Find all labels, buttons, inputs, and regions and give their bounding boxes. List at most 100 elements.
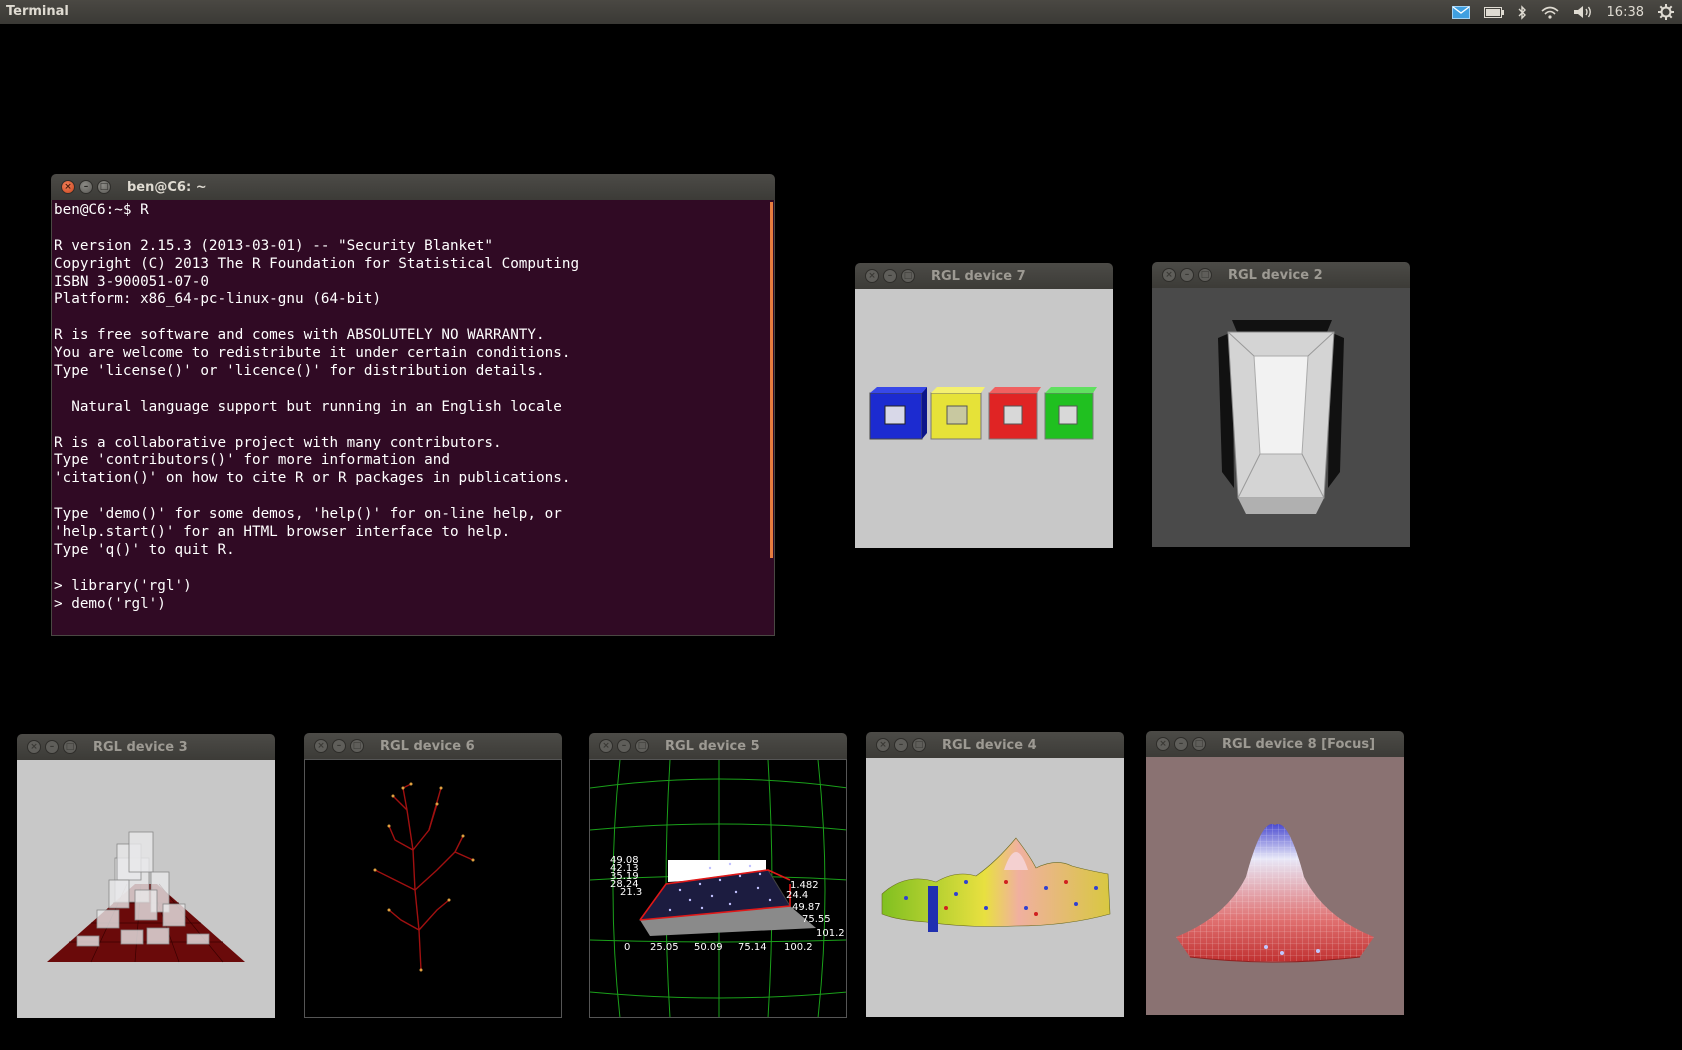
wifi-icon[interactable]: [1541, 6, 1559, 19]
x-tick-label: 50.09: [694, 942, 723, 953]
rgl-device-3-window[interactable]: × – □ RGL device 3: [17, 734, 275, 1018]
gear-icon[interactable]: [1658, 4, 1674, 20]
rgl-device-5-canvas[interactable]: 49.08 42.13 35.19 28.24 21.3 0 25.05 50.…: [589, 759, 847, 1018]
window-title: RGL device 5: [665, 739, 760, 754]
terminal-line: Type 'demo()' for some demos, 'help()' f…: [54, 506, 562, 523]
terminal-line: 'citation()' on how to cite R or R packa…: [54, 470, 571, 487]
active-app-title: Terminal: [6, 4, 69, 19]
terminal-scrollbar[interactable]: [770, 202, 773, 558]
rgl-device-5-window[interactable]: × – □ RGL device 5 49.08 42.13 35.19 28.…: [589, 733, 847, 1018]
minimize-button[interactable]: –: [332, 739, 346, 753]
terminal-line: Platform: x86_64-pc-linux-gnu (64-bit): [54, 291, 382, 308]
maximize-button[interactable]: □: [97, 180, 111, 194]
rgl-device-2-titlebar[interactable]: × – □ RGL device 2: [1152, 262, 1410, 288]
close-button[interactable]: ×: [1162, 268, 1176, 282]
window-title: RGL device 2: [1228, 268, 1323, 283]
rgl-device-8-canvas[interactable]: [1146, 757, 1404, 1015]
rgl-device-4-window[interactable]: × – □ RGL device 4: [866, 732, 1124, 1017]
minimize-button[interactable]: –: [883, 269, 897, 283]
y-tick-label: 75.55: [802, 914, 831, 925]
minimize-button[interactable]: –: [894, 738, 908, 752]
maximize-button[interactable]: □: [63, 740, 77, 754]
minimize-button[interactable]: –: [45, 740, 59, 754]
terminal-line: ben@C6:~$ R: [54, 202, 149, 218]
terminal-output[interactable]: ben@C6:~$ R R version 2.15.3 (2013-03-01)…: [51, 200, 775, 636]
close-button[interactable]: ×: [27, 740, 41, 754]
volume-icon[interactable]: [1573, 5, 1593, 19]
extruded-shape-plot: [1218, 320, 1344, 514]
terminal-line: You are welcome to redistribute it under…: [54, 345, 571, 362]
green-cube: [1044, 387, 1097, 440]
maximize-button[interactable]: □: [635, 739, 649, 753]
terminal-line: R is free software and comes with ABSOLU…: [54, 327, 545, 344]
terminal-line: R is a collaborative project with many c…: [54, 434, 502, 451]
clock[interactable]: 16:38: [1607, 5, 1644, 20]
rgl-device-8-window[interactable]: × – □ RGL device 8 [Focus]: [1146, 731, 1404, 1015]
rgl-device-7-titlebar[interactable]: × – □ RGL device 7: [855, 263, 1113, 289]
maximize-button[interactable]: □: [1192, 737, 1206, 751]
x-tick-label: 25.05: [650, 942, 679, 953]
x-tick-label: 100.2: [784, 942, 813, 953]
terminal-line: Type 'q()' to quit R.: [54, 541, 235, 558]
y-tick-label: 24.4: [786, 890, 808, 901]
scatter-3d-plot: 49.08 42.13 35.19 28.24 21.3 0 25.05 50.…: [590, 760, 846, 1017]
mail-icon[interactable]: [1451, 5, 1470, 19]
terrain-surface-plot: [881, 837, 1111, 932]
rgl-device-7-window[interactable]: × – □ RGL device 7: [855, 263, 1113, 548]
maximize-button[interactable]: □: [901, 269, 915, 283]
terminal-line: Copyright (C) 2013 The R Foundation for …: [54, 255, 580, 272]
minimize-button[interactable]: –: [1174, 737, 1188, 751]
rgl-device-6-canvas[interactable]: [304, 759, 562, 1018]
battery-icon[interactable]: [1483, 6, 1504, 18]
close-button[interactable]: ×: [1156, 737, 1170, 751]
maximize-button[interactable]: □: [350, 739, 364, 753]
top-panel: Terminal 16:38: [0, 0, 1682, 24]
rgl-device-4-canvas[interactable]: [866, 758, 1124, 1017]
rgl-device-6-window[interactable]: × – □ RGL device 6: [304, 733, 562, 1018]
x-tick-label: 75.14: [738, 942, 767, 953]
y-tick-label: 101.2: [816, 928, 845, 939]
tree-plot: [373, 782, 475, 972]
window-title: RGL device 7: [931, 269, 1026, 284]
colored-cubes-plot: [869, 387, 1097, 440]
x-tick-label: 0: [624, 942, 630, 953]
yellow-cube: [930, 387, 985, 440]
window-title: RGL device 6: [380, 739, 475, 754]
terminal-titlebar[interactable]: × – □ ben@C6: ~: [51, 174, 775, 200]
close-button[interactable]: ×: [876, 738, 890, 752]
terminal-line: Natural language support but running in …: [54, 398, 562, 415]
rgl-device-2-window[interactable]: × – □ RGL device 2: [1152, 262, 1410, 547]
rgl-device-6-titlebar[interactable]: × – □ RGL device 6: [304, 733, 562, 759]
bluetooth-icon[interactable]: [1518, 4, 1527, 20]
rgl-device-8-titlebar[interactable]: × – □ RGL device 8 [Focus]: [1146, 731, 1404, 757]
rgl-device-2-canvas[interactable]: [1152, 288, 1410, 547]
system-tray: 16:38: [1451, 0, 1674, 24]
close-button[interactable]: ×: [599, 739, 613, 753]
minimize-button[interactable]: –: [617, 739, 631, 753]
rgl-device-5-titlebar[interactable]: × – □ RGL device 5: [589, 733, 847, 759]
y-tick-label: 49.87: [792, 902, 821, 913]
close-button[interactable]: ×: [314, 739, 328, 753]
rgl-device-7-canvas[interactable]: [855, 289, 1113, 548]
terminal-window[interactable]: × – □ ben@C6: ~ ben@C6:~$ R R version 2.1…: [51, 174, 775, 636]
rgl-device-4-titlebar[interactable]: × – □ RGL device 4: [866, 732, 1124, 758]
terminal-line: Type 'license()' or 'licence()' for dist…: [54, 363, 545, 380]
window-title: RGL device 3: [93, 740, 188, 755]
close-button[interactable]: ×: [61, 180, 75, 194]
minimize-button[interactable]: –: [1180, 268, 1194, 282]
rgl-device-3-titlebar[interactable]: × – □ RGL device 3: [17, 734, 275, 760]
close-button[interactable]: ×: [865, 269, 879, 283]
terminal-line: ISBN 3-900051-07-0: [54, 273, 209, 290]
rgl-device-3-canvas[interactable]: [17, 760, 275, 1018]
terminal-line: R version 2.15.3 (2013-03-01) -- "Securi…: [54, 237, 493, 254]
maximize-button[interactable]: □: [912, 738, 926, 752]
minimize-button[interactable]: –: [79, 180, 93, 194]
z-tick-label: 21.3: [620, 887, 642, 898]
maximize-button[interactable]: □: [1198, 268, 1212, 282]
